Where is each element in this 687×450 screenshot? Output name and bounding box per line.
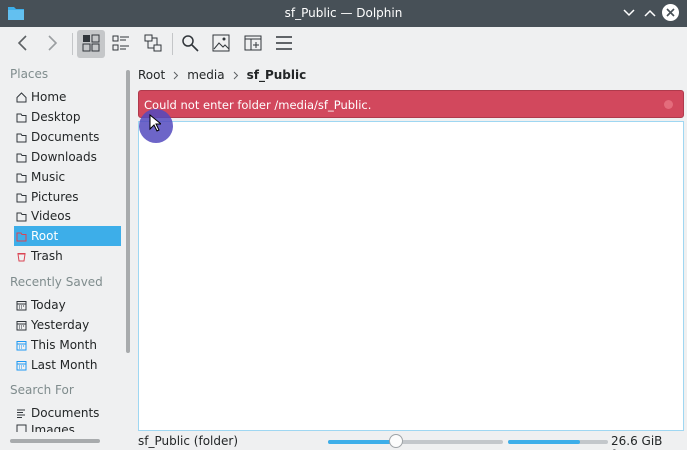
- sidebar-item-label: Yesterday: [31, 318, 90, 332]
- close-icon: [666, 6, 675, 20]
- places-heading: Places: [10, 67, 49, 81]
- breadcrumb-media[interactable]: media: [187, 68, 224, 82]
- sidebar-item-downloads[interactable]: Downloads: [14, 147, 121, 167]
- sidebar-scrollbar[interactable]: [126, 70, 130, 353]
- free-space-text: 26.6 GiB free: [611, 434, 663, 450]
- free-space-fill: [508, 440, 580, 444]
- sidebar-item-label: Desktop: [31, 110, 81, 124]
- search-icon: [181, 34, 199, 55]
- sidebar-item-label: Images: [31, 423, 75, 432]
- sidebar-horizontal-scrollbar[interactable]: [10, 439, 100, 443]
- search-for-heading: Search For: [10, 383, 74, 397]
- split-view-icon: [244, 34, 262, 55]
- toolbar-separator: [72, 33, 73, 55]
- search-button[interactable]: [176, 30, 204, 58]
- sidebar-item-music[interactable]: Music: [14, 167, 121, 187]
- sidebar-item-label: Documents: [31, 406, 100, 420]
- sidebar-item-documents[interactable]: Documents: [14, 127, 121, 147]
- folder-icon: [16, 211, 27, 222]
- sidebar-item-label: Root: [31, 229, 59, 243]
- hamburger-menu-icon: [275, 35, 293, 54]
- preview-button[interactable]: [207, 30, 235, 58]
- folder-icon: [16, 172, 27, 183]
- zoom-slider[interactable]: [328, 440, 503, 444]
- calendar-icon: [16, 300, 27, 311]
- calendar-icon: [16, 360, 27, 371]
- calendar-icon: [16, 320, 27, 331]
- zoom-slider-handle[interactable]: [389, 434, 404, 448]
- sidebar-item-trash[interactable]: Trash: [14, 246, 121, 266]
- chevron-right-icon: [233, 71, 239, 80]
- sidebar-item-search-documents[interactable]: Documents: [14, 403, 121, 423]
- toolbar-separator: [172, 33, 173, 55]
- sidebar-item-desktop[interactable]: Desktop: [14, 107, 121, 127]
- main-toolbar: [0, 27, 687, 62]
- trash-icon: [16, 251, 27, 262]
- chevron-up-icon: [644, 6, 656, 20]
- document-icon: [16, 408, 27, 419]
- back-button[interactable]: [9, 30, 37, 58]
- sidebar-item-label: Videos: [31, 209, 71, 223]
- window-title: sf_Public — Dolphin: [284, 6, 403, 20]
- arrow-right-icon: [46, 34, 58, 55]
- folder-icon: [16, 152, 27, 163]
- tree-view-icon: [144, 34, 162, 55]
- sidebar-item-label: Downloads: [31, 150, 97, 164]
- close-icon[interactable]: [664, 100, 673, 109]
- folder-icon: [16, 112, 27, 123]
- chevron-down-icon: [623, 6, 635, 20]
- sidebar-item-label: This Month: [31, 338, 97, 352]
- sidebar-item-this-month[interactable]: This Month: [14, 335, 121, 355]
- arrow-left-icon: [17, 34, 29, 55]
- sidebar-item-label: Pictures: [31, 190, 79, 204]
- sidebar-item-label: Home: [31, 90, 67, 104]
- sidebar-item-today[interactable]: Today: [14, 295, 121, 315]
- error-message-bar: Could not enter folder /media/sf_Public.: [138, 90, 684, 118]
- sidebar-item-label: Music: [31, 170, 66, 184]
- sidebar-item-pictures[interactable]: Pictures: [14, 187, 121, 207]
- sidebar-item-label: Documents: [31, 130, 100, 144]
- breadcrumb: Root media sf_Public: [138, 66, 306, 84]
- error-message: Could not enter folder /media/sf_Public.: [144, 98, 372, 112]
- main-menu-button[interactable]: [270, 30, 298, 58]
- compact-view-button[interactable]: [107, 30, 135, 58]
- sidebar-item-home[interactable]: Home: [14, 87, 121, 107]
- status-text: sf_Public (folder): [138, 434, 239, 448]
- chevron-right-icon: [173, 71, 179, 80]
- compact-view-icon: [112, 34, 130, 55]
- sidebar-item-label: Today: [31, 298, 66, 312]
- sidebar-item-root[interactable]: Root: [14, 226, 121, 246]
- folder-icon: [16, 132, 27, 143]
- zoom-slider-fill: [328, 440, 397, 444]
- breadcrumb-current[interactable]: sf_Public: [247, 68, 307, 82]
- root-folder-icon: [16, 231, 27, 242]
- window-titlebar[interactable]: sf_Public — Dolphin: [0, 0, 687, 27]
- breadcrumb-root[interactable]: Root: [138, 68, 165, 82]
- file-view[interactable]: [138, 121, 684, 431]
- icons-view-icon: [82, 34, 100, 55]
- status-bar: sf_Public (folder) 26.6 GiB free: [132, 432, 687, 450]
- calendar-icon: [16, 340, 27, 351]
- free-space-bar: [508, 440, 608, 444]
- mouse-pointer-icon: [149, 113, 163, 135]
- sidebar-item-yesterday[interactable]: Yesterday: [14, 315, 121, 335]
- close-window-button[interactable]: [662, 4, 679, 21]
- home-icon: [16, 91, 27, 103]
- icons-view-button[interactable]: [77, 30, 105, 58]
- image-icon: [16, 424, 27, 432]
- sidebar-item-last-month[interactable]: Last Month: [14, 355, 121, 375]
- details-view-button[interactable]: [139, 30, 167, 58]
- maximize-button[interactable]: [641, 4, 659, 22]
- forward-button[interactable]: [38, 30, 66, 58]
- sidebar-item-label: Trash: [31, 249, 63, 263]
- folder-icon: [16, 192, 27, 203]
- minimize-button[interactable]: [620, 4, 638, 22]
- image-icon: [212, 34, 230, 55]
- split-view-button[interactable]: [239, 30, 267, 58]
- sidebar-item-videos[interactable]: Videos: [14, 206, 121, 226]
- recently-saved-heading: Recently Saved: [10, 275, 103, 289]
- sidebar-item-label: Last Month: [31, 358, 98, 372]
- sidebar-item-search-images[interactable]: Images: [14, 423, 121, 432]
